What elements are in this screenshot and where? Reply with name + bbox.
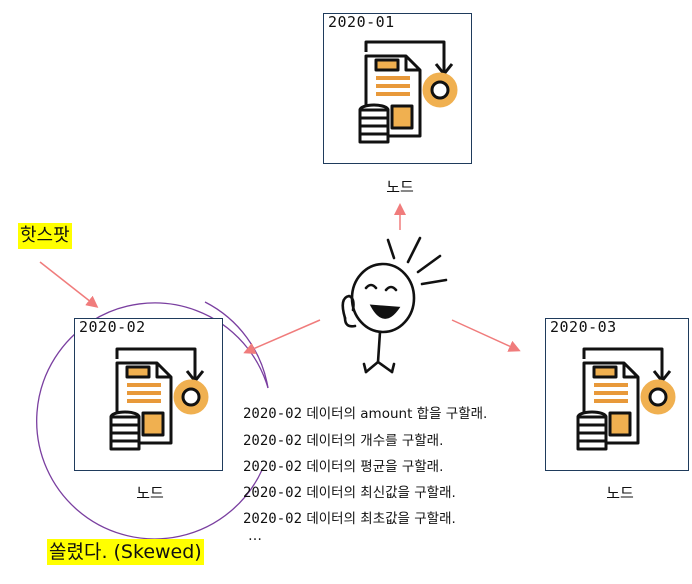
node-label: 노드 <box>606 484 634 502</box>
node-label: 노드 <box>386 178 414 196</box>
document-gear-coins-icon <box>576 347 676 451</box>
document-gear-coins-icon <box>109 347 209 451</box>
arrow-to-node-02 <box>243 319 321 354</box>
arrow-hotspot <box>39 261 99 308</box>
node-date: 2020-02 <box>79 318 146 336</box>
node-date: 2020-03 <box>550 318 617 336</box>
skewed-label: 쏠렸다. (Skewed) <box>47 539 204 565</box>
node-label: 노드 <box>136 484 164 502</box>
query-line: 2020-02 데이터의 amount 합을 구할래. <box>243 406 488 422</box>
query-line: 2020-02 데이터의 최초값을 구할래. <box>243 511 456 527</box>
query-line: 2020-02 데이터의 평균을 구할래. <box>243 459 444 475</box>
query-line: 2020-02 데이터의 최신값을 구할래. <box>243 485 456 501</box>
arrow-to-node-03 <box>451 319 521 352</box>
stick-figure-icon <box>341 236 448 374</box>
node-date: 2020-01 <box>328 13 395 31</box>
node-2020-01: 2020-01 <box>323 13 472 164</box>
hotspot-label: 핫스팟 <box>18 223 72 249</box>
node-2020-02: 2020-02 <box>74 318 223 471</box>
document-gear-coins-icon <box>358 40 458 144</box>
node-2020-03: 2020-03 <box>545 318 689 471</box>
ellipsis: … <box>248 528 262 544</box>
query-line: 2020-02 데이터의 개수를 구할래. <box>243 433 444 449</box>
